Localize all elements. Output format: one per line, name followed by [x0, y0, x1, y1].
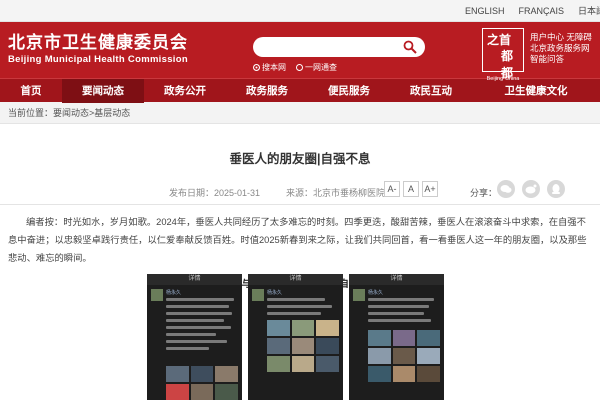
brand-caption: Beijing·China [486, 76, 520, 82]
avatar [151, 289, 163, 301]
photo-grid [166, 366, 238, 400]
poster-name: 杨永久 [368, 290, 384, 296]
lang-french-link[interactable]: FRANÇAIS [518, 6, 564, 16]
article-meta: 发布日期：2025-01-31 来源：北京市垂杨柳医院 A- A A+ 分享： [0, 177, 600, 205]
search-scope: 搜本网 一网通查 [253, 62, 425, 73]
lang-japanese-link[interactable]: 日本語 [578, 4, 600, 17]
search-area: 搜本网 一网通查 [253, 37, 425, 73]
site-logo[interactable]: 北京市卫生健康委员会 Beijing Municipal Health Comm… [0, 33, 188, 67]
nav-gov-services[interactable]: 政务服务 [226, 79, 308, 103]
brand-top-left: 之首 [487, 33, 512, 47]
breadcrumb-prefix: 当前位置： [8, 108, 54, 118]
post-text: 杨永久 [166, 290, 238, 354]
share-label: 分享： [470, 188, 498, 198]
capital-brand-logo: 之首 都都 Beijing·China [482, 28, 524, 82]
avatar [353, 289, 365, 301]
smart-qa-link[interactable]: 智能问答 [530, 54, 592, 65]
nav-public-services[interactable]: 便民服务 [308, 79, 390, 103]
site-name-cn: 北京市卫生健康委员会 [8, 33, 188, 52]
nav-health-culture[interactable]: 卫生健康文化 [472, 79, 600, 103]
site-name-en: Beijing Municipal Health Commission [8, 54, 188, 65]
screenshot-header: 详情 [248, 274, 343, 285]
user-center-link[interactable]: 用户中心 无障碍 [530, 32, 592, 43]
post-text: 杨永久 [368, 290, 440, 326]
radio-selected-icon [253, 64, 260, 71]
moments-screenshot: 详情 杨永久 [349, 274, 444, 400]
post-text: 杨永久 [267, 290, 339, 319]
photo-grid [267, 320, 339, 372]
moments-screenshots: 详情 杨永久 详情 杨永久 详情 杨永久 [147, 274, 444, 400]
screenshot-header: 详情 [147, 274, 242, 285]
nav-gov-affairs[interactable]: 政务公开 [144, 79, 226, 103]
font-smaller-button[interactable]: A- [384, 181, 400, 197]
site-header: 北京市卫生健康委员会 Beijing Municipal Health Comm… [0, 22, 600, 82]
breadcrumb-news[interactable]: 要闻动态 [53, 108, 89, 118]
nav-home[interactable]: 首页 [0, 79, 62, 103]
photo-grid [368, 330, 440, 382]
scope-all-option[interactable]: 一网通查 [296, 62, 337, 73]
search-input[interactable] [253, 37, 425, 57]
article-intro: 编者按：时光如水，岁月如歌。2024年，垂医人共同经历了太多难忘的时刻。四季更迭… [8, 217, 587, 263]
font-normal-button[interactable]: A [403, 181, 419, 197]
radio-icon [296, 64, 303, 71]
poster-name: 杨永久 [166, 290, 182, 296]
moments-screenshot: 详情 杨永久 [248, 274, 343, 400]
breadcrumb-grassroots[interactable]: 基层动态 [94, 108, 130, 118]
poster-name: 杨永久 [267, 290, 283, 296]
gov-service-link[interactable]: 北京政务服务网 [530, 43, 592, 54]
search-icon[interactable] [403, 40, 417, 54]
weibo-icon[interactable] [522, 180, 540, 198]
qq-icon[interactable] [547, 180, 565, 198]
wechat-icon[interactable] [497, 180, 515, 198]
nav-interaction[interactable]: 政民互动 [390, 79, 472, 103]
font-size-controls: A- A A+ [384, 181, 438, 197]
lang-english-link[interactable]: ENGLISH [465, 6, 505, 16]
language-bar: ENGLISH FRANÇAIS 日本語 [0, 0, 600, 22]
publish-date: 发布日期：2025-01-31 [169, 188, 261, 198]
scope-site-label: 搜本网 [262, 63, 286, 72]
breadcrumb: 当前位置：要闻动态>基层动态 [0, 102, 600, 124]
avatar [252, 289, 264, 301]
moments-screenshot: 详情 杨永久 [147, 274, 242, 400]
quick-links: 用户中心 无障碍 北京政务服务网 智能问答 [530, 32, 592, 65]
article-source: 来源：北京市垂杨柳医院 [286, 188, 386, 198]
scope-site-option[interactable]: 搜本网 [253, 62, 286, 73]
article-title: 垂医人的朋友圈|自强不息 [229, 152, 371, 166]
nav-news[interactable]: 要闻动态 [62, 78, 144, 103]
share-icons [497, 180, 565, 198]
font-larger-button[interactable]: A+ [422, 181, 438, 197]
meta-divider [0, 204, 600, 205]
scope-all-label: 一网通查 [305, 63, 337, 72]
page: ENGLISH FRANÇAIS 日本語 北京市卫生健康委员会 Beijing … [0, 0, 600, 400]
screenshot-header: 详情 [349, 274, 444, 285]
